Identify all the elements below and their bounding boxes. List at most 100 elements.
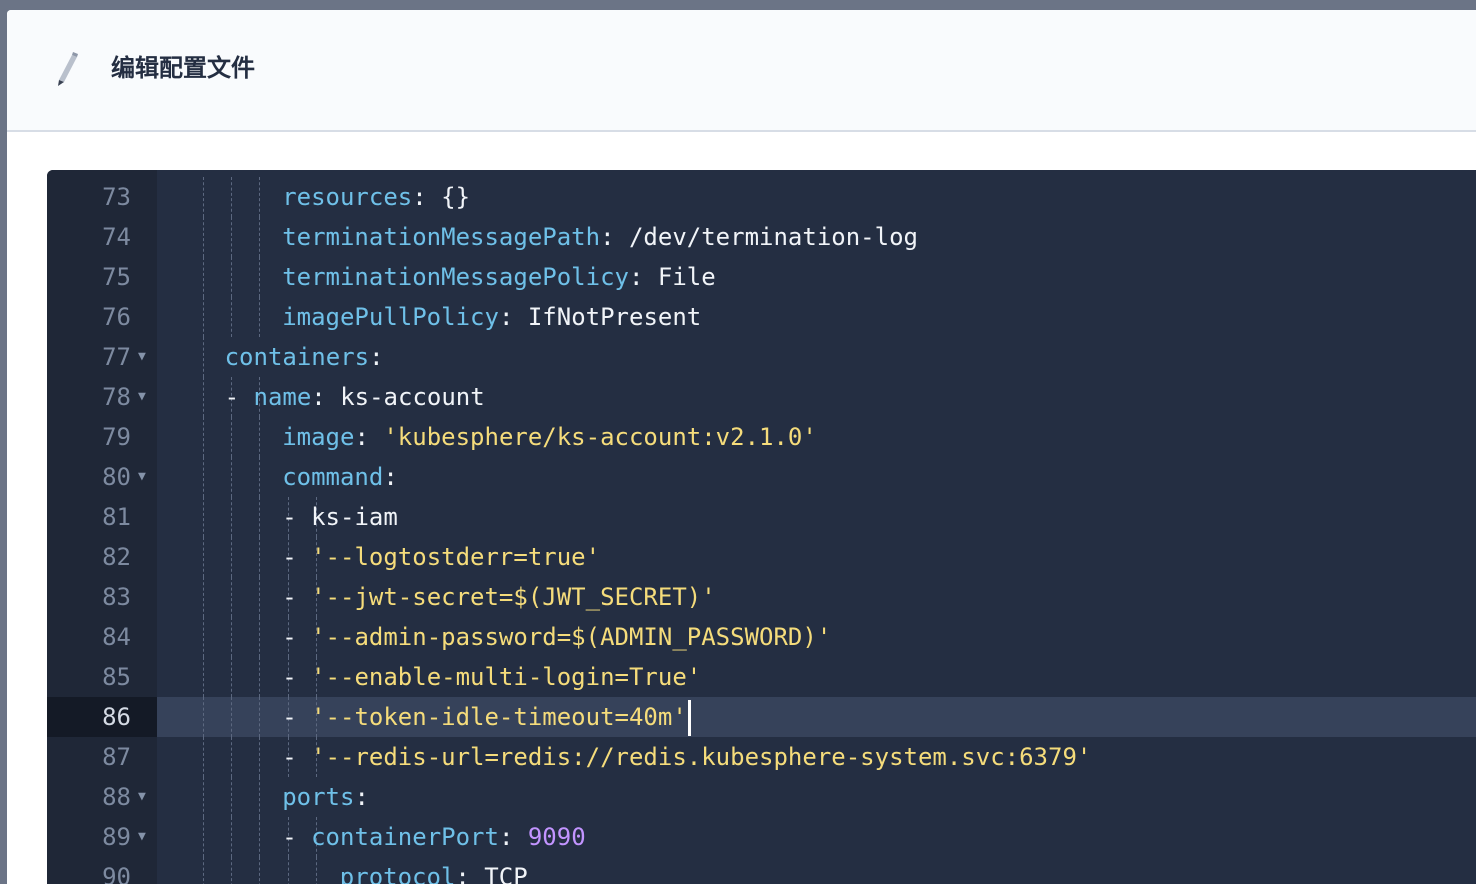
code-line[interactable]: 74 terminationMessagePath: /dev/terminati…	[47, 217, 1476, 257]
indent-guide	[259, 657, 261, 697]
dialog-title: 编辑配置文件	[111, 55, 255, 82]
fold-toggle-icon[interactable]: ▼	[138, 777, 146, 817]
yaml-value: '--redis-url=redis://redis.kubesphere-sy…	[311, 743, 1092, 771]
line-number-cell: 80 ▼	[47, 457, 157, 497]
list-dash: -	[224, 383, 254, 411]
code-line[interactable]: 87 - '--redis-url=redis://redis.kubespher…	[47, 737, 1476, 777]
code-line[interactable]: 73 resources: {}	[47, 177, 1476, 217]
indent-guide	[259, 857, 261, 884]
yaml-code-editor[interactable]: 73 resources: {} 74 terminationMessagePath:…	[47, 170, 1476, 884]
indent-guide	[231, 457, 233, 497]
yaml-key: terminationMessagePath	[282, 223, 601, 251]
indent-guide	[231, 217, 233, 257]
indent-guide	[259, 457, 261, 497]
yaml-separator: :	[412, 183, 442, 211]
indent-guide	[203, 697, 204, 737]
code-line[interactable]: 84 - '--admin-password=$(ADMIN_PASSWORD)'	[47, 617, 1476, 657]
fold-toggle-icon[interactable]: ▼	[138, 457, 146, 497]
line-number: 87	[102, 743, 131, 771]
code-line[interactable]: 86 - '--token-idle-timeout=40m'	[47, 697, 1476, 737]
indent-guide	[203, 417, 204, 457]
indent-guide	[231, 257, 233, 297]
line-number: 76	[102, 303, 131, 331]
code-text[interactable]: - '--jwt-secret=$(JWT_SECRET)'	[282, 577, 715, 617]
code-line[interactable]: 76 imagePullPolicy: IfNotPresent	[47, 297, 1476, 337]
yaml-value: IfNotPresent	[527, 303, 702, 331]
code-text[interactable]: image: 'kubesphere/ks-account:v2.1.0'	[282, 417, 817, 457]
fold-toggle-icon[interactable]: ▼	[138, 377, 146, 417]
indent-guide	[231, 817, 233, 857]
fold-toggle-icon[interactable]: ▼	[138, 337, 146, 377]
code-text[interactable]: - '--enable-multi-login=True'	[282, 657, 701, 697]
indent-guide	[203, 737, 204, 777]
code-line[interactable]: 82 - '--logtostderr=true'	[47, 537, 1476, 577]
indent-guide	[231, 737, 233, 777]
code-text[interactable]: - '--redis-url=redis://redis.kubesphere-…	[282, 737, 1091, 777]
list-dash: -	[282, 543, 312, 571]
indent-guide	[259, 777, 261, 817]
indent-guide	[259, 217, 261, 257]
line-number-cell: 86	[47, 697, 157, 737]
line-number-cell: 81	[47, 497, 157, 537]
code-line[interactable]: 90 protocol: TCP	[47, 857, 1476, 884]
yaml-value: ks-iam	[311, 503, 398, 531]
indent-guide	[231, 697, 233, 737]
indent-guide	[231, 417, 233, 457]
indent-guide	[259, 497, 261, 537]
code-text[interactable]: terminationMessagePolicy: File	[282, 257, 715, 297]
line-number-cell: 82	[47, 537, 157, 577]
indent-guide	[259, 577, 261, 617]
code-line[interactable]: 80 ▼ command:	[47, 457, 1476, 497]
yaml-separator: :	[383, 463, 398, 491]
code-line[interactable]: 85 - '--enable-multi-login=True'	[47, 657, 1476, 697]
yaml-key: terminationMessagePolicy	[282, 263, 629, 291]
yaml-value: '--jwt-secret=$(JWT_SECRET)'	[311, 583, 716, 611]
code-text[interactable]: resources: {}	[282, 177, 470, 217]
code-text[interactable]: command:	[282, 457, 398, 497]
yaml-separator: :	[369, 343, 384, 371]
yaml-value: '--logtostderr=true'	[311, 543, 601, 571]
code-text[interactable]: - ks-iam	[282, 497, 398, 537]
code-text[interactable]: ports:	[282, 777, 369, 817]
line-number-cell: 89 ▼	[47, 817, 157, 857]
yaml-separator: :	[354, 783, 369, 811]
line-number-cell: 88 ▼	[47, 777, 157, 817]
code-line[interactable]: 88 ▼ ports:	[47, 777, 1476, 817]
code-line[interactable]: 77 ▼ containers:	[47, 337, 1476, 377]
code-text[interactable]: terminationMessagePath: /dev/termination…	[282, 217, 918, 257]
fold-toggle-icon[interactable]: ▼	[138, 817, 146, 857]
code-text[interactable]: imagePullPolicy: IfNotPresent	[282, 297, 701, 337]
code-text[interactable]: - '--admin-password=$(ADMIN_PASSWORD)'	[282, 617, 831, 657]
yaml-key: ports	[282, 783, 355, 811]
indent-guide	[259, 817, 261, 857]
indent-guide	[203, 257, 204, 297]
code-text[interactable]: - '--logtostderr=true'	[282, 537, 600, 577]
code-text[interactable]: containers:	[225, 337, 384, 377]
code-lines[interactable]: 73 resources: {} 74 terminationMessagePath:…	[47, 177, 1476, 884]
line-number: 85	[102, 663, 131, 691]
pencil-icon	[55, 52, 81, 86]
code-line[interactable]: 89 ▼ - containerPort: 9090	[47, 817, 1476, 857]
yaml-separator: :	[600, 223, 629, 251]
line-number: 78	[102, 383, 131, 411]
line-number: 75	[102, 263, 131, 291]
code-line[interactable]: 83 - '--jwt-secret=$(JWT_SECRET)'	[47, 577, 1476, 617]
yaml-separator: :	[354, 423, 384, 451]
code-line[interactable]: 75 terminationMessagePolicy: File	[47, 257, 1476, 297]
code-text[interactable]: protocol: TCP	[340, 857, 528, 884]
code-text[interactable]: - name: ks-account	[225, 377, 485, 417]
line-number: 81	[102, 503, 131, 531]
yaml-value: '--token-idle-timeout=40m'	[311, 703, 687, 731]
code-line[interactable]: 79 image: 'kubesphere/ks-account:v2.1.0'	[47, 417, 1476, 457]
line-number: 80	[102, 463, 131, 491]
indent-guide	[231, 777, 233, 817]
indent-guide	[231, 617, 233, 657]
indent-guide	[231, 857, 233, 884]
indent-guide	[259, 617, 261, 657]
code-line[interactable]: 81 - ks-iam	[47, 497, 1476, 537]
text-cursor	[687, 700, 691, 736]
code-text[interactable]: - containerPort: 9090	[282, 817, 585, 857]
code-line[interactable]: 78 ▼ - name: ks-account	[47, 377, 1476, 417]
indent-guide	[231, 577, 233, 617]
code-text[interactable]: - '--token-idle-timeout=40m'	[282, 697, 691, 737]
